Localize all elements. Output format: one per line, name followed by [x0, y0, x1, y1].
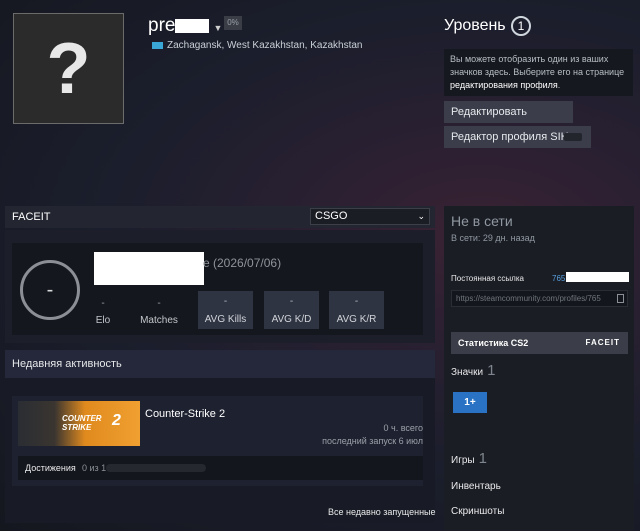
edit-profile-link[interactable]: редактирования профиля — [450, 80, 558, 90]
chevron-down-icon: ⌄ — [417, 211, 425, 221]
cs2-logo-num: 2 — [112, 412, 121, 429]
stat-value: - — [157, 298, 161, 309]
cs2-capsule-image[interactable]: COUNTER STRIKE 2 — [18, 401, 140, 446]
stat-label: Matches — [140, 315, 178, 326]
level-info-text: Вы можете отобразить один из ваших значк… — [450, 54, 625, 77]
level-badge-icon[interactable]: 1+ — [453, 392, 487, 413]
level-badge: 1 — [511, 16, 531, 36]
permalink-label: Постоянная ссылка — [451, 274, 524, 283]
online-status: Не в сети — [451, 213, 513, 229]
elo-level-icon: - — [20, 260, 80, 320]
stat-avg-kills[interactable]: - AVG Kills — [198, 291, 253, 329]
sih-editor-label: Редактор профиля SIH — [451, 131, 569, 143]
last-played: последний запуск 6 июл — [322, 436, 423, 446]
faceit-name-date: e (2026/07/06) — [203, 256, 282, 270]
profile-name[interactable]: pre ▼ — [148, 15, 222, 37]
level-info-suffix: . — [557, 80, 561, 90]
games-count: 1 — [478, 450, 487, 467]
game-select-value: CSGO — [315, 210, 348, 222]
all-recent-link[interactable]: Все недавно запущенные — [328, 507, 436, 517]
recent-activity-heading: Недавняя активность — [5, 350, 435, 378]
stat-label: AVG K/R — [336, 314, 377, 325]
stat-value: - — [223, 296, 228, 307]
chevron-down-icon[interactable]: ▼ — [213, 23, 222, 33]
location-text: Zachagansk, West Kazakhstan, Kazakhstan — [167, 40, 363, 51]
cs2-logo-line1: COUNTER — [62, 414, 102, 423]
stat-label: AVG K/D — [271, 314, 312, 325]
badges-section[interactable]: Значки 1 — [451, 362, 495, 379]
cs2-stats-label: Статистика CS2 — [458, 338, 529, 348]
achievements-label[interactable]: Достижения — [25, 463, 76, 473]
redacted-steam-id — [566, 272, 629, 282]
stat-value: - — [101, 298, 105, 309]
stat-avg-kr[interactable]: - AVG K/R — [329, 291, 384, 329]
redacted-faceit-name — [94, 252, 204, 285]
inventory-link[interactable]: Инвентарь — [451, 481, 501, 492]
sih-toggle[interactable] — [564, 133, 582, 141]
stat-label: Elo — [95, 315, 111, 326]
avatar[interactable]: ? — [13, 13, 124, 124]
profile-name-text: pre — [148, 15, 176, 36]
stat-matches: - Matches — [129, 298, 189, 326]
cs2-logo: COUNTER STRIKE 2 — [62, 413, 121, 433]
game-select[interactable]: CSGO ⌄ — [310, 208, 430, 225]
question-mark-icon: ? — [46, 28, 91, 109]
game-name-link[interactable]: Counter-Strike 2 — [145, 408, 225, 420]
level-info: Вы можете отобразить один из ваших значк… — [444, 49, 633, 96]
copy-icon[interactable] — [617, 294, 624, 303]
stat-elo: - Elo — [73, 298, 133, 326]
flag-icon — [152, 42, 163, 49]
cs2-logo-line2: STRIKE — [62, 423, 92, 432]
stat-value: - — [354, 296, 359, 307]
permalink-id[interactable]: 765 — [552, 274, 565, 283]
badges-label: Значки — [451, 367, 484, 378]
achievements-progress — [106, 464, 206, 472]
badges-count: 1 — [487, 362, 496, 379]
screenshots-link[interactable]: Скриншоты — [451, 506, 504, 517]
sih-editor-button[interactable]: Редактор профиля SIH — [444, 126, 591, 148]
location: Zachagansk, West Kazakhstan, Kazakhstan — [152, 40, 362, 51]
profile-url-field[interactable]: https://steamcommunity.com/profiles/765 — [451, 290, 628, 307]
achievements-bar — [18, 456, 423, 480]
redacted-name — [175, 19, 210, 33]
last-online: В сети: 29 дн. назад — [451, 233, 535, 243]
profile-url-text: https://steamcommunity.com/profiles/765 — [456, 294, 601, 303]
faceit-title: FACEIT — [12, 211, 51, 223]
edit-profile-button[interactable]: Редактировать профиль — [444, 101, 573, 140]
hours-total: 0 ч. всего — [383, 423, 423, 433]
stat-label: AVG Kills — [204, 314, 247, 325]
level-title: Уровень — [444, 17, 506, 34]
achievements-count: 0 из 1 — [82, 463, 107, 473]
stat-value: - — [289, 296, 294, 307]
faceit-logo: FACEIT — [585, 338, 620, 347]
stat-avg-kd[interactable]: - AVG K/D — [264, 291, 319, 329]
games-label: Игры — [451, 455, 475, 466]
games-section[interactable]: Игры 1 — [451, 450, 487, 467]
cs2-stats-button[interactable]: Статистика CS2 FACEIT — [451, 332, 628, 354]
completion-badge: 0% — [224, 16, 242, 30]
